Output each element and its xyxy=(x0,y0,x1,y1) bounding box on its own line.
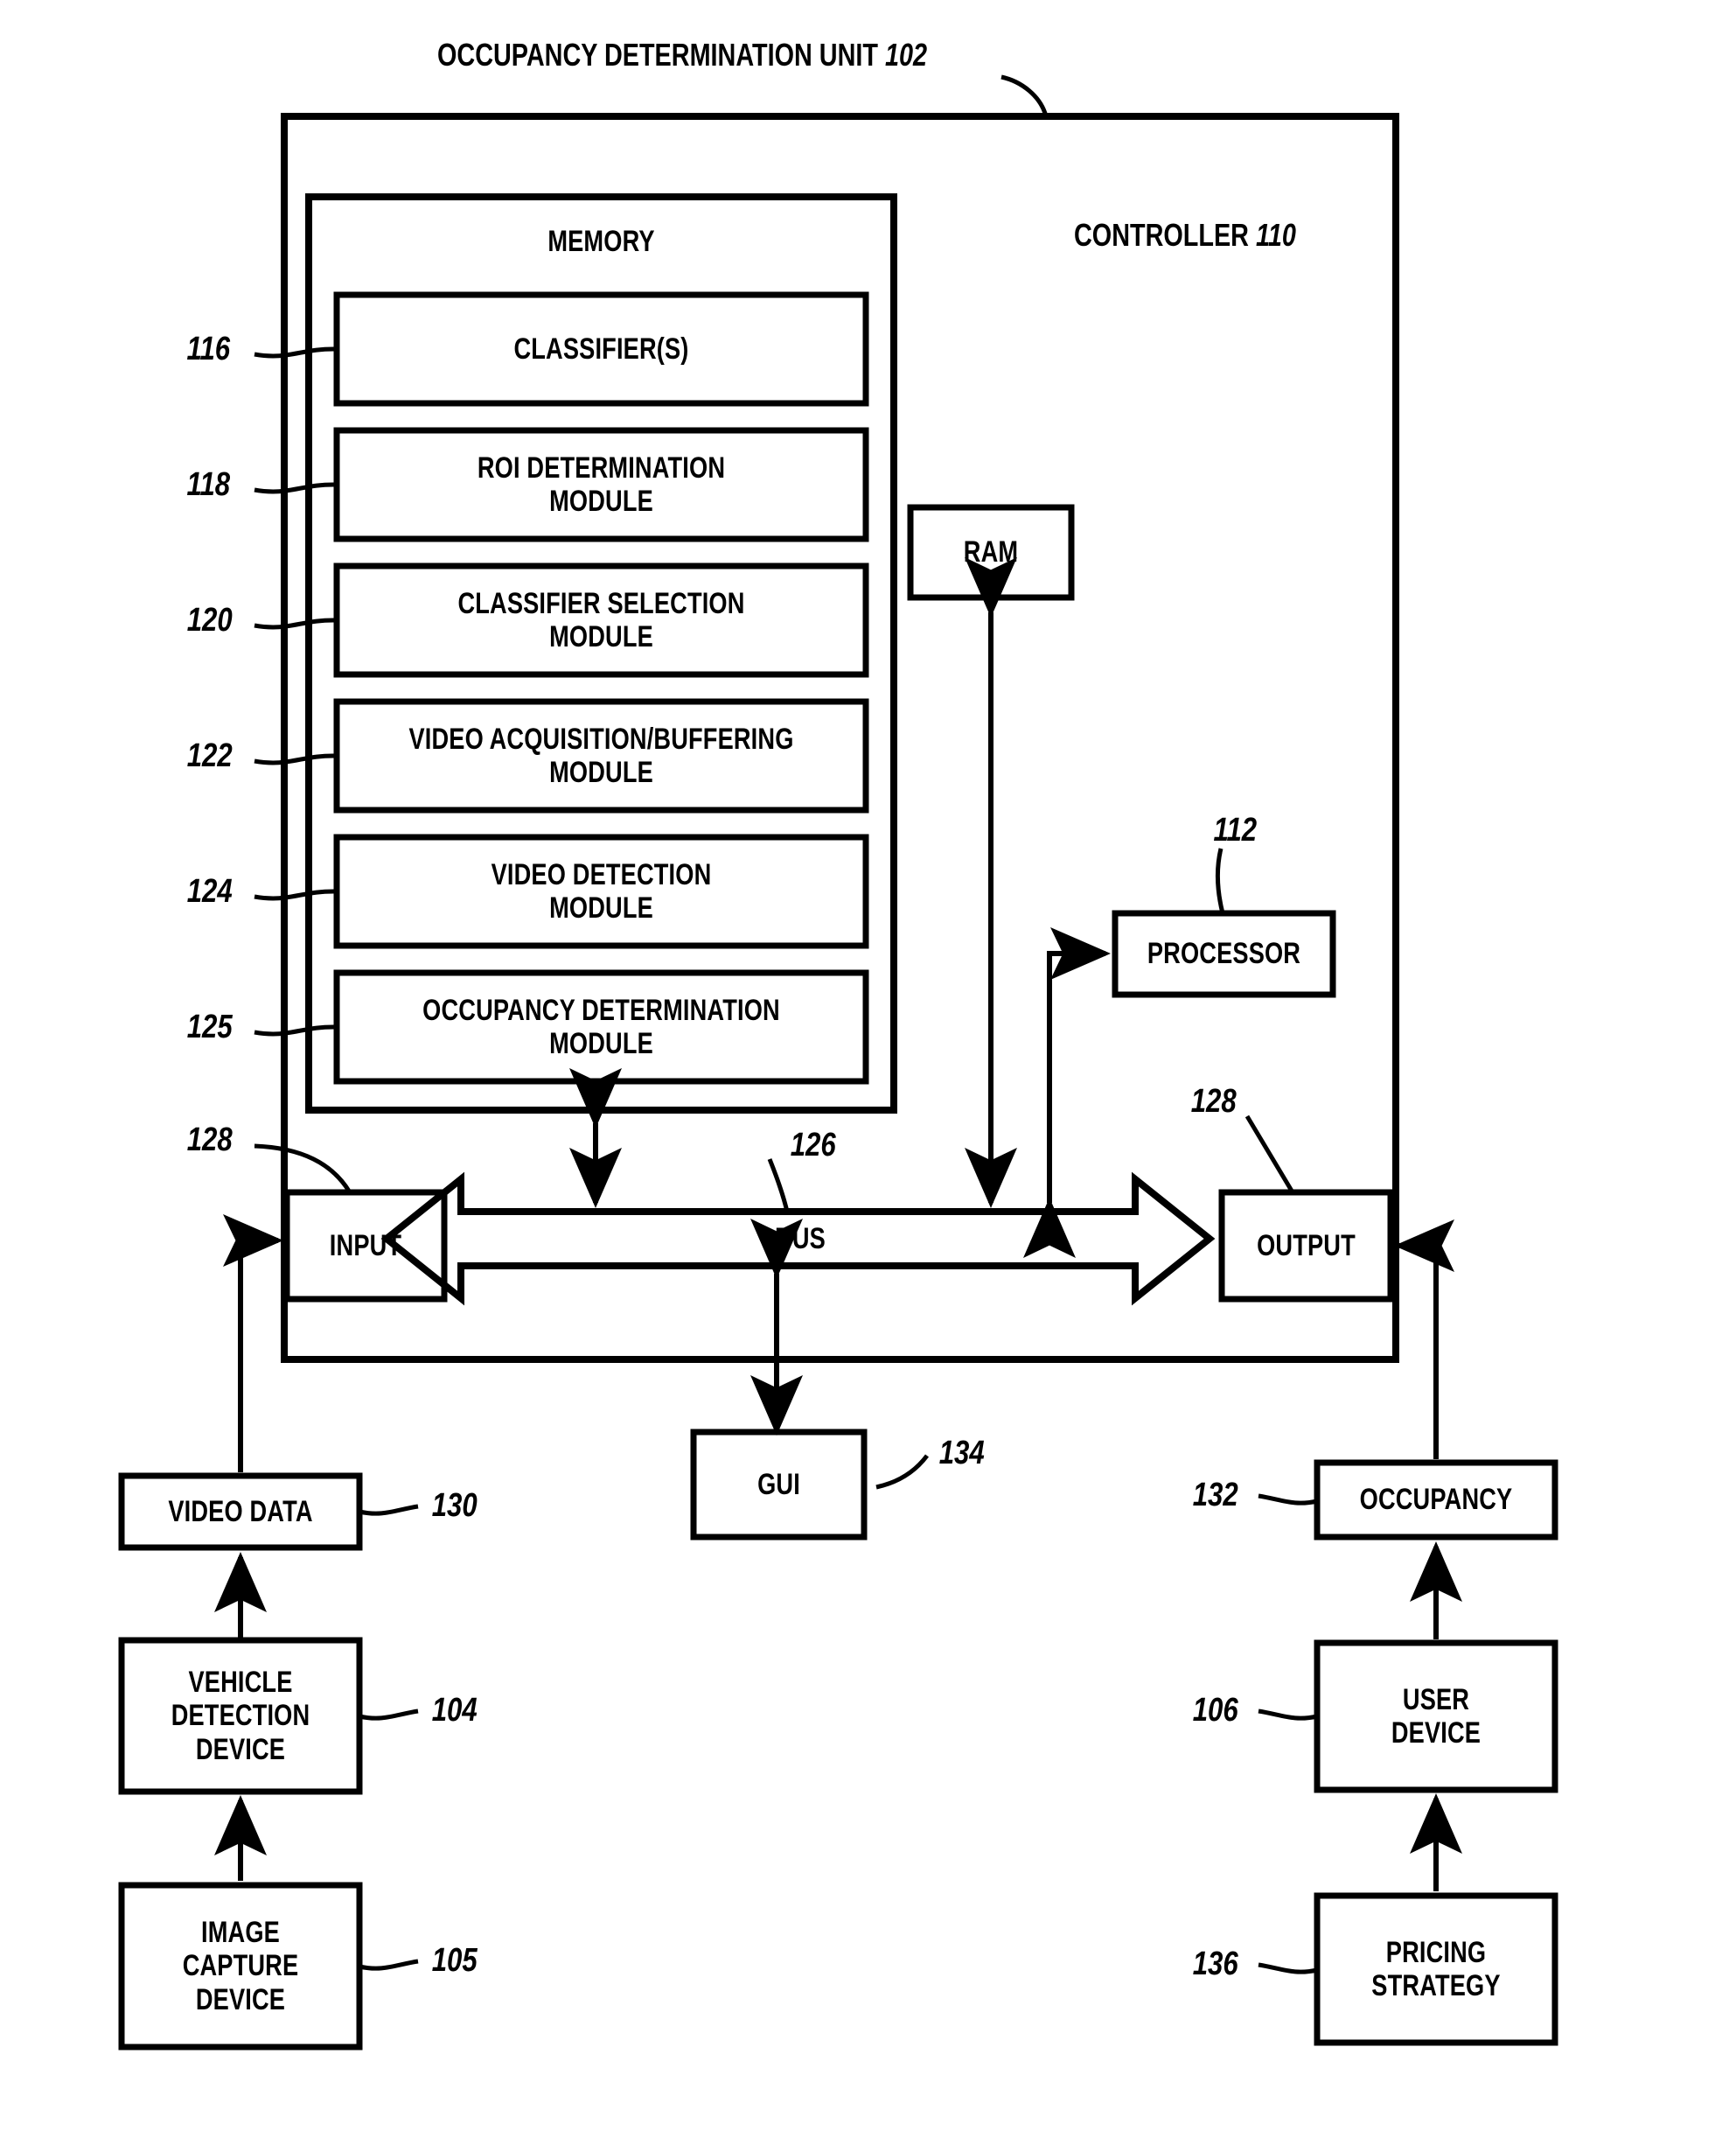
occupancy-block-label: OCCUPANCY xyxy=(1359,1483,1513,1517)
memory-module-video-detection: VIDEO DETECTION MODULE xyxy=(491,857,712,925)
gui-block-label: GUI xyxy=(757,1467,800,1501)
memory-module-classifier-selection: CLASSIFIER SELECTION MODULE xyxy=(457,586,745,653)
vehicle-detection-device-label: VEHICLE DETECTION DEVICE xyxy=(171,1666,310,1766)
memory-module-occupancy-determination: OCCUPANCY DETERMINATION MODULE xyxy=(422,993,780,1060)
pricing-strategy-block-label: PRICING STRATEGY xyxy=(1371,1935,1501,2002)
figure-title-text: OCCUPANCY DETERMINATION UNIT xyxy=(437,37,878,73)
ram-block-label: RAM xyxy=(963,535,1019,569)
memory-module-classifiers: CLASSIFIER(S) xyxy=(513,332,689,366)
ref-105: 105 xyxy=(431,1942,478,1979)
image-capture-device-label: IMAGE CAPTURE DEVICE xyxy=(182,1916,299,2016)
video-data-block-label: VIDEO DATA xyxy=(168,1494,313,1528)
ref-126: 126 xyxy=(790,1127,836,1163)
ref-136: 136 xyxy=(1192,1946,1238,1982)
ref-124: 124 xyxy=(186,873,233,910)
patent-figure: OCCUPANCY DETERMINATION UNIT 102 CONTROL… xyxy=(0,0,1736,2131)
ref-132: 132 xyxy=(1192,1477,1238,1513)
ref-116: 116 xyxy=(186,331,231,367)
ref-106: 106 xyxy=(1192,1692,1238,1729)
figure-linework xyxy=(118,74,1558,2051)
bus-label: BUS xyxy=(775,1221,826,1255)
ref-104: 104 xyxy=(431,1692,478,1729)
ref-128-input: 128 xyxy=(186,1121,233,1158)
ref-130: 130 xyxy=(431,1487,478,1524)
memory-module-roi-determination: ROI DETERMINATION MODULE xyxy=(477,451,726,518)
ref-122: 122 xyxy=(186,737,233,774)
ref-134: 134 xyxy=(938,1435,985,1471)
controller-label: CONTROLLER 110 xyxy=(1074,217,1296,254)
figure-title-ref: 102 xyxy=(885,37,928,73)
memory-label: MEMORY xyxy=(547,224,655,258)
processor-block-label: PROCESSOR xyxy=(1147,937,1301,971)
input-block-label: INPUT xyxy=(329,1228,402,1262)
ref-128-output: 128 xyxy=(1190,1083,1237,1120)
controller-label-text: CONTROLLER xyxy=(1074,217,1249,253)
figure-title: OCCUPANCY DETERMINATION UNIT 102 xyxy=(437,37,927,73)
ref-112: 112 xyxy=(1213,812,1258,849)
memory-module-video-acquisition-buffering: VIDEO ACQUISITION/BUFFERING MODULE xyxy=(408,722,794,789)
ref-125: 125 xyxy=(186,1009,233,1045)
ref-120: 120 xyxy=(186,602,233,639)
controller-label-ref: 110 xyxy=(1256,217,1296,253)
output-block-label: OUTPUT xyxy=(1257,1228,1356,1262)
user-device-block-label: USER DEVICE xyxy=(1391,1682,1482,1750)
ref-118: 118 xyxy=(186,466,231,503)
